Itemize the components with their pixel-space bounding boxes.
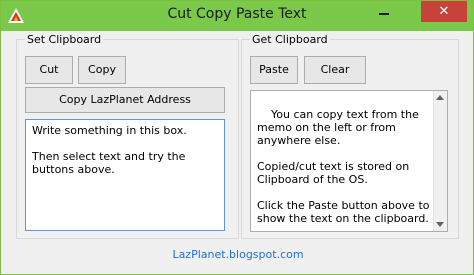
paste-button[interactable]: Paste bbox=[250, 56, 298, 84]
set-clipboard-legend: Set Clipboard bbox=[25, 33, 104, 46]
close-button[interactable]: ✕ bbox=[421, 1, 467, 22]
title-bar[interactable]: Cut Copy Paste Text ✕ bbox=[1, 1, 473, 31]
source-memo[interactable]: Write something in this box. Then select… bbox=[25, 119, 225, 231]
paste-memo-text: You can copy text from the memo on the l… bbox=[257, 108, 430, 225]
scroll-down-icon[interactable] bbox=[436, 222, 444, 227]
cut-button[interactable]: Cut bbox=[25, 56, 73, 84]
get-clipboard-legend: Get Clipboard bbox=[250, 33, 330, 46]
window-title: Cut Copy Paste Text bbox=[167, 6, 307, 22]
minimize-button[interactable] bbox=[369, 1, 399, 23]
paste-memo[interactable]: You can copy text from the memo on the l… bbox=[250, 90, 448, 232]
clear-paste-button[interactable]: Clear Paste bbox=[304, 56, 366, 102]
app-window: Cut Copy Paste Text ✕ Set Clipboard Get … bbox=[0, 0, 474, 275]
lazplanet-link[interactable]: LazPlanet.blogspot.com bbox=[1, 248, 474, 261]
memo-scrollbar[interactable] bbox=[433, 91, 447, 231]
copy-lazplanet-address-button[interactable]: Copy LazPlanet Address bbox=[25, 87, 225, 113]
scroll-up-icon[interactable] bbox=[436, 95, 444, 100]
copy-button[interactable]: Copy bbox=[78, 56, 126, 84]
